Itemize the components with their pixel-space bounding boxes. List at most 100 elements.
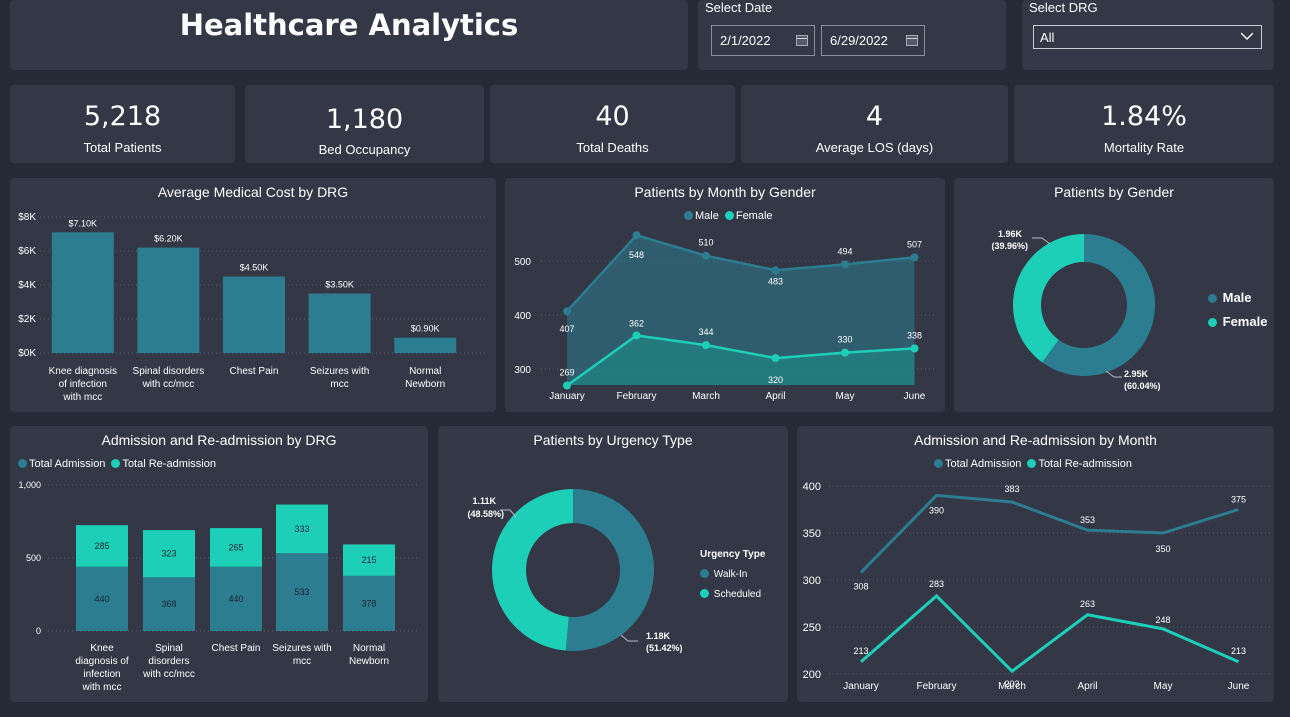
legend-dot [1208, 294, 1217, 303]
x-tick-label: Chest Pain [212, 643, 261, 654]
end-date-value: 6/29/2022 [830, 33, 888, 48]
x-tick-label: May [1154, 681, 1173, 692]
male-point [910, 253, 919, 262]
y-tick-label: 300 [514, 365, 531, 376]
male-point [771, 266, 780, 275]
data-label: 548 [629, 250, 644, 260]
x-tick-label: Normal [353, 643, 385, 654]
x-tick-label: March [692, 391, 720, 402]
adm-month-chart-card: Admission and Re-admission by Month Tota… [797, 426, 1274, 702]
x-tick-label: Newborn [349, 656, 389, 667]
adm-month-chart: 200 250 300 350 400 308 390 383 353 350 375 213 283 2… [803, 481, 1270, 692]
data-label: (48.58%) [467, 509, 504, 519]
kpi-label: Bed Occupancy [318, 142, 411, 157]
x-tick-label: April [765, 391, 785, 402]
kpi-value: 4 [865, 101, 884, 132]
legend-title: Urgency Type [700, 549, 766, 560]
data-label: 383 [1004, 484, 1019, 494]
x-tick-label: January [549, 391, 585, 402]
chevron-down-icon[interactable] [1241, 30, 1253, 42]
y-tick-label: 200 [803, 669, 821, 681]
legend-label: Male [1222, 290, 1252, 305]
cost-chart: $0K $2K $4K $6K $8K $7.10K Knee diagnosis of in… [18, 212, 488, 403]
leader-line [1105, 370, 1122, 378]
bar [394, 337, 457, 353]
y-tick-label: $2K [18, 314, 36, 325]
data-label: 269 [559, 368, 574, 378]
data-label: 440 [94, 594, 109, 604]
x-tick-label: with cc/mcc [142, 669, 195, 680]
kpi-label: Average LOS (days) [815, 140, 934, 155]
y-tick-label: $0K [18, 348, 36, 359]
x-tick-label: April [1077, 681, 1097, 692]
calendar-icon[interactable] [906, 35, 918, 46]
data-label: 1.96K [998, 229, 1023, 239]
month-gender-chart-card: Patients by Month by Gender Male Female 3… [505, 178, 945, 412]
y-tick-label: 400 [514, 311, 531, 322]
kpi-label: Mortality Rate [1103, 140, 1185, 155]
male-point [563, 307, 571, 316]
start-date-input[interactable]: 2/1/2022 [711, 25, 815, 56]
x-tick-label: with cc/mcc [142, 379, 195, 390]
kpi-value: 1,180 [325, 104, 404, 135]
y-tick-label: $4K [18, 280, 36, 291]
data-label: 533 [294, 587, 309, 597]
x-tick-label: March [998, 681, 1026, 692]
data-label: 353 [1080, 515, 1095, 525]
data-label: 483 [768, 276, 783, 286]
data-label: 215 [361, 555, 376, 565]
data-label: 1.11K [472, 496, 496, 506]
y-tick-label: 500 [26, 553, 41, 563]
y-tick-label: 0 [36, 626, 41, 636]
female-point [771, 354, 780, 363]
admission-line [859, 493, 1239, 574]
chart-legend: Male Female [1208, 286, 1267, 334]
calendar-icon[interactable] [796, 35, 808, 46]
female-point [563, 381, 571, 390]
chart-legend: Urgency Type Walk-In Scheduled [700, 545, 765, 605]
data-label: 330 [837, 335, 852, 345]
data-label: 440 [228, 594, 243, 604]
data-label: 362 [629, 318, 644, 328]
x-tick-label: mcc [330, 379, 348, 390]
data-label: 308 [853, 581, 868, 591]
bar [223, 276, 285, 353]
male-point [632, 231, 641, 240]
data-label: 378 [361, 598, 376, 608]
kpi-bed-occupancy: 1,180 Bed Occupancy [245, 85, 484, 163]
drg-dropdown-value: All [1040, 30, 1055, 45]
kpi-label: Total Patients [83, 140, 162, 155]
female-point [632, 331, 641, 340]
drg-dropdown[interactable]: All [1033, 25, 1262, 49]
drg-slicer-label: Select DRG [1029, 0, 1098, 15]
y-tick-label: 400 [803, 481, 821, 493]
x-tick-label: Knee diagnosis [49, 366, 117, 377]
kpi-label: Total Deaths [576, 140, 649, 155]
page-title: Healthcare Analytics [179, 8, 519, 42]
kpi-value: 1.84% [1101, 101, 1187, 132]
data-label: $7.10K [69, 218, 98, 228]
data-label: 350 [1155, 544, 1170, 554]
data-label: 344 [698, 327, 713, 337]
y-tick-label: 1,000 [18, 480, 41, 490]
leader-line [1032, 237, 1051, 245]
drg-slicer: Select DRG All [1022, 0, 1274, 70]
data-label: 507 [907, 239, 922, 249]
x-tick-label: Normal [409, 366, 441, 377]
x-tick-label: infection [83, 669, 120, 680]
end-date-input[interactable]: 6/29/2022 [821, 25, 925, 56]
male-point [702, 251, 710, 260]
data-label: 375 [1231, 495, 1246, 505]
kpi-mortality-rate: 1.84% Mortality Rate [1014, 85, 1274, 163]
legend-label: Walk-In [713, 569, 748, 580]
data-label: 265 [228, 542, 243, 552]
legend-dot [700, 569, 709, 578]
data-label: 338 [907, 330, 922, 340]
kpi-value: 40 [595, 101, 630, 132]
data-label: 285 [94, 541, 109, 551]
data-label: 213 [1231, 646, 1246, 656]
female-point [910, 344, 919, 353]
data-label: 213 [853, 646, 868, 656]
x-tick-label: diagnosis of [75, 656, 129, 667]
legend-label: Scheduled [713, 589, 762, 600]
